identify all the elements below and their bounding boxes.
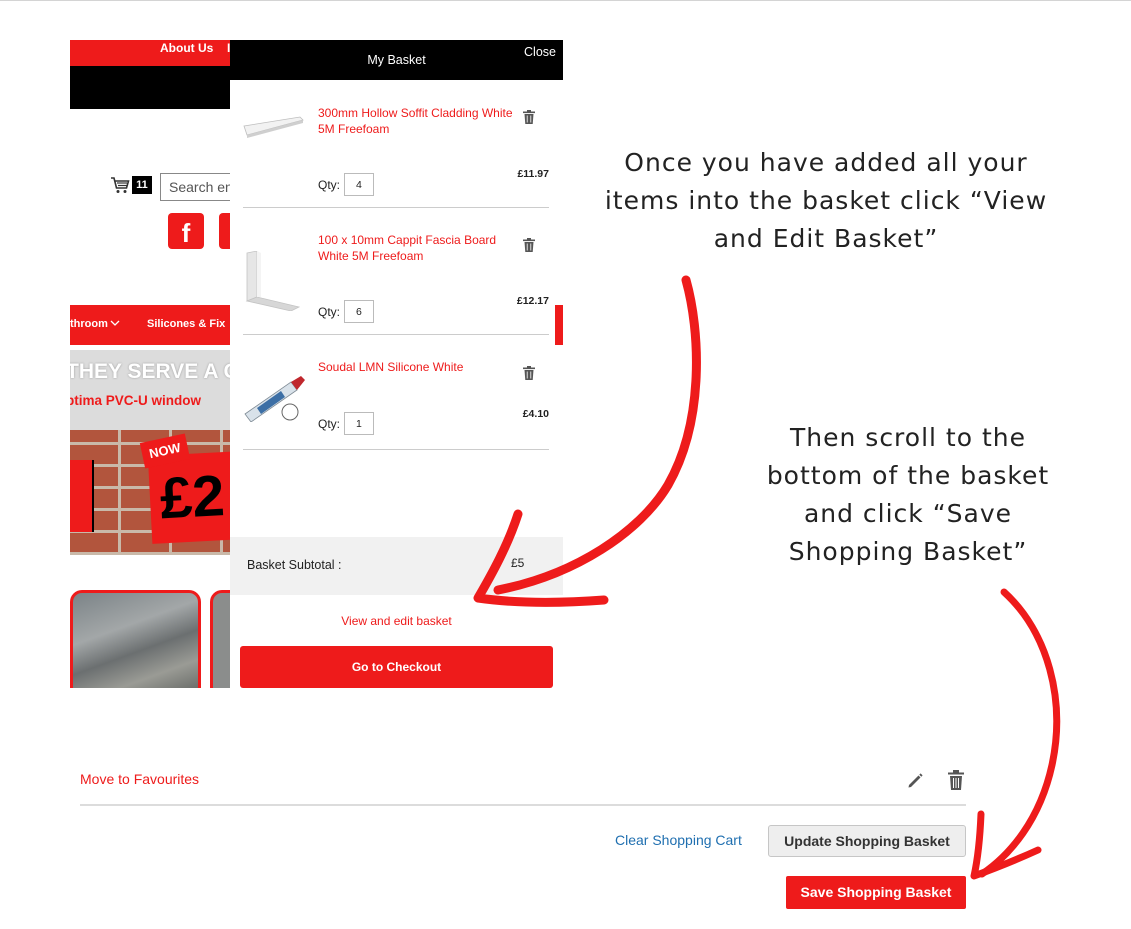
- basket-header: My Basket Close: [230, 40, 563, 80]
- nav-item-silicones[interactable]: Silicones & Fix: [147, 318, 225, 330]
- product-name-link[interactable]: 100 x 10mm Cappit Fascia Board White 5M …: [318, 232, 528, 264]
- clear-shopping-cart-link[interactable]: Clear Shopping Cart: [615, 832, 742, 848]
- item-price: £11.97: [517, 168, 549, 180]
- cart-icon[interactable]: [110, 175, 130, 195]
- qty-input[interactable]: 1: [344, 412, 374, 435]
- category-tile-roof[interactable]: [70, 590, 201, 688]
- basket-item: 100 x 10mm Cappit Fascia Board White 5M …: [243, 207, 549, 335]
- close-button[interactable]: Close: [524, 45, 556, 59]
- checkout-button[interactable]: Go to Checkout: [240, 646, 553, 688]
- facebook-icon[interactable]: f: [168, 213, 204, 249]
- instruction-step-1: Once you have added all your items into …: [604, 148, 1048, 253]
- product-name-link[interactable]: 300mm Hollow Soffit Cladding White 5M Fr…: [318, 105, 528, 137]
- nav-edge: [555, 305, 563, 345]
- product-image-silicone: [244, 376, 305, 422]
- product-image-fascia: [245, 251, 301, 311]
- arrow-to-save-basket: [970, 588, 1061, 880]
- mini-basket-panel: My Basket Close 300mm Hollow Soffit Clad…: [230, 40, 563, 689]
- trash-icon[interactable]: [523, 238, 535, 252]
- qty-label: Qty:: [318, 178, 341, 192]
- chevron-down-icon: [110, 320, 120, 326]
- subtotal-row: Basket Subtotal : £5: [230, 537, 563, 595]
- basket-item: Soudal LMN Silicone White Qty: 1 £4.10: [243, 334, 549, 450]
- trash-icon[interactable]: [948, 770, 964, 790]
- trash-icon[interactable]: [523, 366, 535, 380]
- qty-input[interactable]: 6: [344, 300, 374, 323]
- cart-count-badge[interactable]: 11: [132, 176, 152, 194]
- subtotal-label: Basket Subtotal :: [247, 558, 342, 572]
- move-to-favourites-link[interactable]: Move to Favourites: [80, 771, 199, 787]
- trash-icon[interactable]: [523, 110, 535, 124]
- basket-item: 300mm Hollow Soffit Cladding White 5M Fr…: [243, 80, 549, 208]
- product-image-soffit: [243, 116, 304, 138]
- instruction-step-2: Then scroll to the bottom of the basket …: [766, 423, 1050, 566]
- pencil-icon[interactable]: [906, 771, 923, 788]
- qty-label: Qty:: [318, 417, 341, 431]
- update-shopping-basket-button[interactable]: Update Shopping Basket: [768, 825, 966, 857]
- item-price: £12.17: [516, 295, 549, 307]
- promo-sign-left: [70, 460, 94, 532]
- divider: [80, 804, 966, 806]
- banner-subheading: ptima PVC-U window: [70, 393, 201, 408]
- view-edit-basket-link[interactable]: View and edit basket: [230, 614, 563, 628]
- basket-title: My Basket: [367, 53, 426, 67]
- nav-item-bathroom[interactable]: throom: [70, 318, 120, 330]
- qty-label: Qty:: [318, 305, 341, 319]
- subtotal-value: £5: [511, 556, 525, 570]
- nav-item-bathroom-label: throom: [70, 318, 108, 330]
- item-price: £4.10: [522, 408, 549, 420]
- qty-input[interactable]: 4: [344, 173, 374, 196]
- product-name-link[interactable]: Soudal LMN Silicone White: [318, 359, 528, 375]
- top-divider: [0, 0, 1131, 1]
- banner-heading: THEY SERVE A G: [70, 360, 240, 383]
- save-shopping-basket-button[interactable]: Save Shopping Basket: [786, 876, 966, 909]
- about-us-link[interactable]: About Us: [160, 41, 213, 55]
